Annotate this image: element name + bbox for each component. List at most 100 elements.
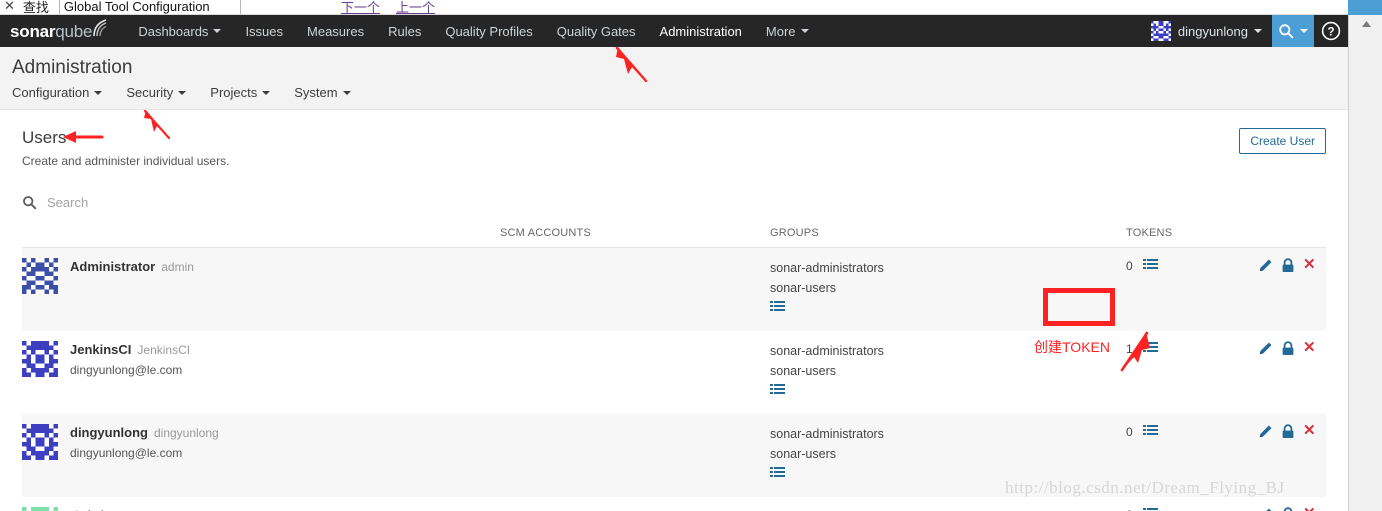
- nav-item-measures[interactable]: Measures: [295, 15, 376, 47]
- nav-label: Rules: [388, 23, 422, 39]
- pencil-icon[interactable]: [1258, 258, 1273, 273]
- administration-subnav: Configuration Security Projects System: [12, 85, 1348, 100]
- group-name: sonar-users: [770, 364, 836, 378]
- search-icon: [1279, 24, 1294, 39]
- logo-text-primary: sonar: [10, 22, 56, 41]
- nav-item-rules[interactable]: Rules: [376, 15, 433, 47]
- nav-item-quality-profiles[interactable]: Quality Profiles: [433, 15, 544, 47]
- nav-item-administration[interactable]: Administration: [648, 15, 754, 47]
- groups-list-icon[interactable]: [770, 384, 1118, 402]
- scm-accounts-cell: [500, 331, 770, 414]
- main-menu: Dashboards Issues Measures Rules Quality…: [126, 15, 820, 47]
- group-name: sonar-users: [770, 507, 1118, 511]
- help-button[interactable]: ?: [1314, 15, 1348, 47]
- col-groups: GROUPS: [770, 221, 1118, 248]
- pencil-icon[interactable]: [1258, 507, 1273, 511]
- group-name: sonar-users: [770, 447, 836, 461]
- group-name: sonar-administrators: [770, 344, 884, 358]
- top-navigation-bar: sonarqube Dashboards Issues Measures Rul…: [0, 15, 1348, 47]
- nav-item-quality-gates[interactable]: Quality Gates: [545, 15, 648, 47]
- tokens-cell: 0: [1118, 247, 1258, 331]
- users-description: Create and administer individual users.: [22, 154, 230, 168]
- scm-accounts-cell: [500, 414, 770, 497]
- subnav-label: System: [294, 85, 338, 100]
- scroll-up-arrow-icon[interactable]: [1349, 15, 1382, 33]
- nav-right-group: dingyunlong ?: [1141, 15, 1348, 47]
- sonarqube-logo[interactable]: sonarqube: [10, 15, 107, 47]
- user-cell: dingyunlong dingyunlong dingyunlong@le.co…: [22, 414, 500, 497]
- chevron-down-icon: [178, 90, 187, 95]
- table-row: JenkinsCI JenkinsCI dingyunlong@le.com so…: [22, 331, 1326, 414]
- find-prev-button[interactable]: 上一个: [396, 0, 435, 14]
- search-button[interactable]: [1272, 15, 1314, 47]
- users-content: Users Create and administer individual u…: [0, 110, 1348, 511]
- avatar: [22, 341, 58, 377]
- delete-x-icon[interactable]: ✕: [1303, 506, 1316, 511]
- user-name-label: dingyunlong: [1177, 23, 1248, 39]
- delete-x-icon[interactable]: ✕: [1303, 340, 1316, 355]
- nav-label: Measures: [307, 23, 365, 39]
- user-login: admin: [161, 260, 194, 274]
- chevron-down-icon: [342, 90, 351, 95]
- user-cell: JenkinsCI JenkinsCI dingyunlong@le.com: [22, 331, 500, 414]
- nav-item-more[interactable]: More: [754, 15, 821, 47]
- table-header-row: SCM ACCOUNTS GROUPS TOKENS: [22, 221, 1326, 248]
- page-title: Administration: [12, 57, 133, 78]
- users-header: Users Create and administer individual u…: [22, 110, 1326, 168]
- lock-icon[interactable]: [1281, 507, 1295, 511]
- find-close-icon[interactable]: ✕: [4, 0, 15, 14]
- chevron-down-icon: [1300, 29, 1308, 33]
- logo-text-secondary: qube: [55, 22, 93, 41]
- nav-label: Issues: [245, 23, 284, 39]
- col-user: [22, 221, 500, 248]
- tokens-list-icon[interactable]: [1142, 342, 1158, 360]
- user-menu-button[interactable]: dingyunlong: [1141, 15, 1272, 47]
- users-table-head: SCM ACCOUNTS GROUPS TOKENS: [22, 221, 1326, 248]
- users-table-body: Administrator admin sonar-administrators …: [22, 247, 1326, 511]
- user-cell: Administrator admin: [22, 247, 500, 331]
- token-count: 0: [1126, 507, 1133, 511]
- subnav-item-system[interactable]: System: [294, 85, 351, 100]
- browser-scrollbar[interactable]: [1348, 15, 1382, 511]
- actions-cell: ✕: [1258, 497, 1326, 511]
- users-search-row[interactable]: [22, 194, 1326, 221]
- find-next-button[interactable]: 下一个: [341, 0, 380, 14]
- create-user-button[interactable]: Create User: [1239, 128, 1326, 154]
- pencil-icon[interactable]: [1258, 424, 1273, 439]
- nav-label: Dashboards: [138, 23, 209, 39]
- user-login: JenkinsCI: [137, 343, 191, 357]
- subnav-item-projects[interactable]: Projects: [210, 85, 271, 100]
- lock-icon[interactable]: [1281, 258, 1295, 273]
- nav-item-dashboards[interactable]: Dashboards: [126, 15, 233, 47]
- col-actions: [1258, 221, 1326, 248]
- user-email: dingyunlong@le.com: [70, 363, 183, 377]
- user-name: dingyunlong: [70, 425, 148, 440]
- groups-cell: sonar-administrators sonar-users: [770, 331, 1118, 414]
- nav-label: Quality Profiles: [445, 23, 533, 39]
- subnav-label: Projects: [210, 85, 258, 100]
- chevron-down-icon: [262, 90, 271, 95]
- pencil-icon[interactable]: [1258, 341, 1273, 356]
- actions-cell: ✕: [1258, 331, 1326, 414]
- col-tokens: TOKENS: [1118, 221, 1258, 248]
- avatar: [22, 507, 58, 511]
- lock-icon[interactable]: [1281, 341, 1295, 356]
- search-icon: [22, 195, 37, 210]
- subnav-item-security[interactable]: Security: [126, 85, 187, 100]
- actions-cell: ✕: [1258, 247, 1326, 331]
- tokens-list-icon[interactable]: [1142, 259, 1158, 277]
- search-input[interactable]: [45, 194, 285, 211]
- lock-icon[interactable]: [1281, 424, 1295, 439]
- table-row: 焱宝宝caihuayu 739611902@qq.com sonar-users: [22, 497, 1326, 511]
- nav-item-issues[interactable]: Issues: [233, 15, 295, 47]
- groups-list-icon[interactable]: [770, 301, 1118, 319]
- scrollbar-corner: [1348, 0, 1382, 15]
- tokens-list-icon[interactable]: [1142, 425, 1158, 443]
- subnav-item-configuration[interactable]: Configuration: [12, 85, 103, 100]
- delete-x-icon[interactable]: ✕: [1303, 423, 1316, 438]
- avatar: [1150, 21, 1171, 41]
- find-input[interactable]: [58, 0, 241, 14]
- browser-find-bar[interactable]: ✕ 查找 下一个 上一个: [0, 0, 1348, 15]
- delete-x-icon[interactable]: ✕: [1303, 257, 1316, 272]
- col-scm-accounts: SCM ACCOUNTS: [500, 221, 770, 248]
